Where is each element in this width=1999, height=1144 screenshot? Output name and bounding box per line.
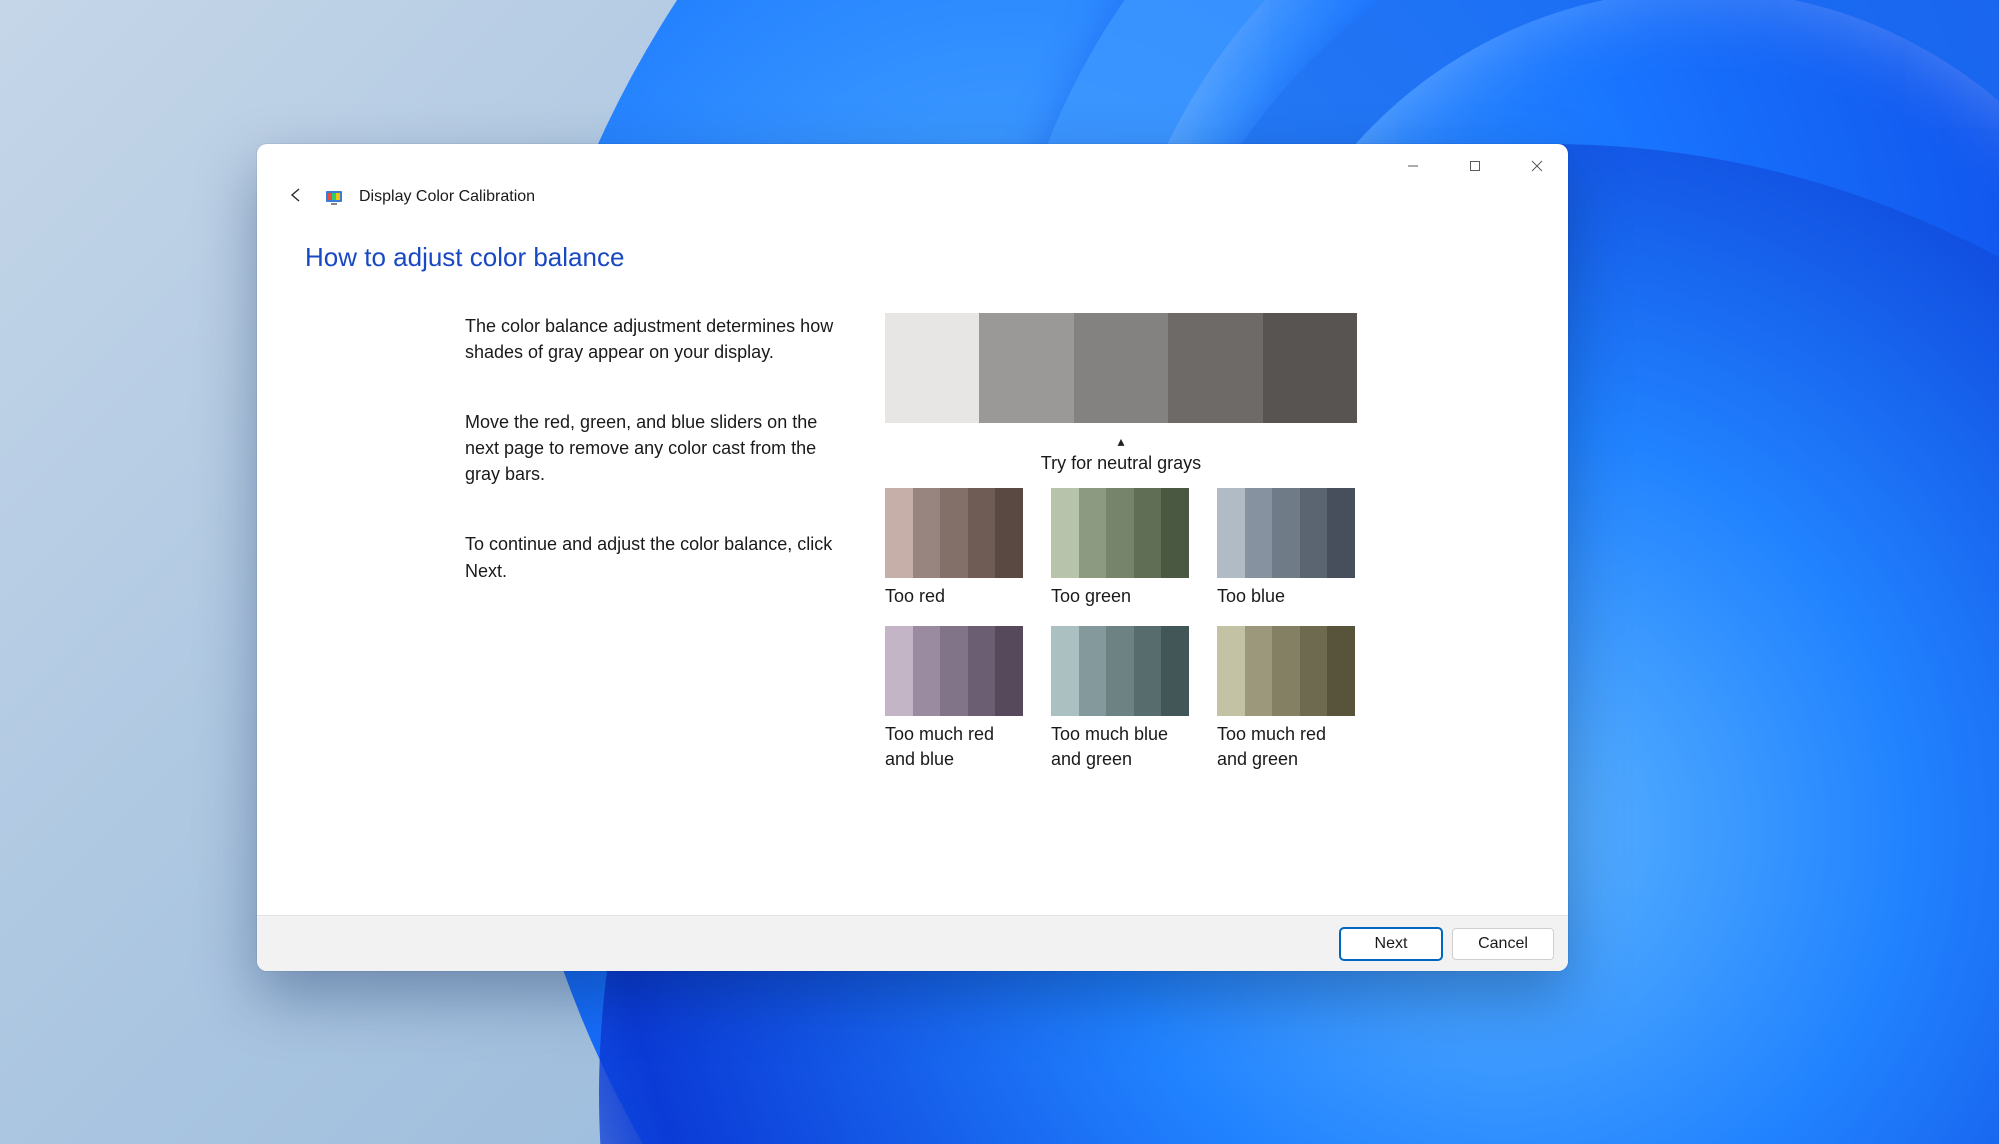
app-title: Display Color Calibration	[359, 188, 535, 206]
sample-swatch	[1217, 626, 1245, 716]
sample-swatch	[1300, 488, 1328, 578]
sample-swatch	[1079, 488, 1107, 578]
color-cast-sample: Too much blue and green	[1051, 626, 1189, 771]
neutral-gray-label: Try for neutral grays	[885, 453, 1357, 474]
sample-swatch	[1161, 626, 1189, 716]
sample-swatch	[1300, 626, 1328, 716]
sample-label: Too much red and blue	[885, 722, 1023, 771]
sample-swatch	[1134, 626, 1162, 716]
neutral-swatch	[1263, 313, 1357, 423]
next-button[interactable]: Next	[1340, 928, 1442, 960]
sample-swatch	[913, 626, 941, 716]
neutral-swatch	[1168, 313, 1262, 423]
sample-label: Too green	[1051, 584, 1189, 608]
pointer-up-icon: ▴	[1117, 439, 1124, 445]
sample-strip	[885, 488, 1023, 578]
instruction-text-2: Move the red, green, and blue sliders on…	[465, 409, 845, 487]
sample-label: Too much blue and green	[1051, 722, 1189, 771]
sample-swatch	[1079, 626, 1107, 716]
color-cast-samples-grid: Too red Too green Too blue Too much red and…	[885, 488, 1520, 771]
sample-swatch	[995, 626, 1023, 716]
back-arrow-icon[interactable]	[283, 182, 309, 213]
sample-swatch	[1134, 488, 1162, 578]
header-row: Display Color Calibration	[257, 180, 1568, 214]
color-cast-sample: Too blue	[1217, 488, 1355, 608]
instructions-column: The color balance adjustment determines …	[465, 313, 845, 771]
calibration-window: Display Color Calibration How to adjust …	[257, 144, 1568, 971]
sample-swatch	[940, 488, 968, 578]
footer-bar: Next Cancel	[257, 915, 1568, 971]
cancel-button[interactable]: Cancel	[1452, 928, 1554, 960]
sample-strip	[1217, 488, 1355, 578]
sample-label: Too red	[885, 584, 1023, 608]
sample-label: Too much red and green	[1217, 722, 1355, 771]
samples-column: ▴ Try for neutral grays Too red Too green…	[885, 313, 1520, 771]
neutral-swatch	[1074, 313, 1168, 423]
sample-swatch	[1272, 626, 1300, 716]
sample-swatch	[913, 488, 941, 578]
sample-swatch	[1327, 488, 1355, 578]
sample-swatch	[885, 626, 913, 716]
sample-swatch	[968, 626, 996, 716]
neutral-swatch	[979, 313, 1073, 423]
page-title: How to adjust color balance	[305, 242, 1520, 273]
sample-swatch	[1327, 626, 1355, 716]
sample-swatch	[1245, 626, 1273, 716]
sample-strip	[1051, 626, 1189, 716]
neutral-gray-strip	[885, 313, 1357, 423]
instruction-text-1: The color balance adjustment determines …	[465, 313, 845, 365]
sample-strip	[885, 626, 1023, 716]
sample-swatch	[1245, 488, 1273, 578]
neutral-swatch	[885, 313, 979, 423]
sample-swatch	[1106, 626, 1134, 716]
sample-swatch	[885, 488, 913, 578]
sample-swatch	[968, 488, 996, 578]
color-cast-sample: Too green	[1051, 488, 1189, 608]
color-cast-sample: Too much red and green	[1217, 626, 1355, 771]
sample-swatch	[1272, 488, 1300, 578]
instruction-text-3: To continue and adjust the color balance…	[465, 531, 845, 583]
sample-strip	[1217, 626, 1355, 716]
content-area: How to adjust color balance The color ba…	[257, 214, 1568, 915]
sample-swatch	[1051, 488, 1079, 578]
app-icon	[325, 188, 343, 206]
sample-strip	[1051, 488, 1189, 578]
sample-swatch	[1106, 488, 1134, 578]
sample-label: Too blue	[1217, 584, 1355, 608]
color-cast-sample: Too much red and blue	[885, 626, 1023, 771]
sample-swatch	[1161, 488, 1189, 578]
sample-swatch	[995, 488, 1023, 578]
sample-swatch	[940, 626, 968, 716]
sample-swatch	[1051, 626, 1079, 716]
sample-swatch	[1217, 488, 1245, 578]
color-cast-sample: Too red	[885, 488, 1023, 608]
